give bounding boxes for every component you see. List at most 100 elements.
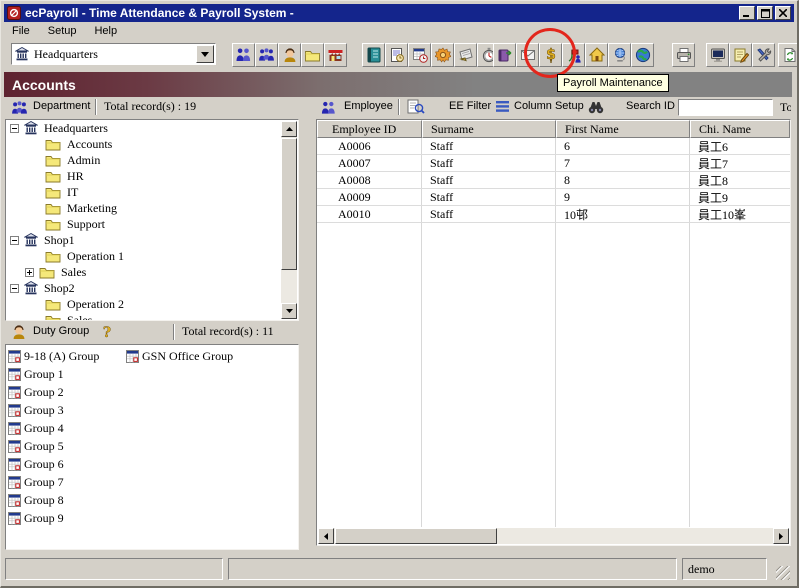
terminal-button[interactable] bbox=[706, 43, 729, 67]
folder-icon bbox=[45, 201, 61, 215]
tree-item-support[interactable]: Support bbox=[6, 216, 298, 232]
home-button[interactable] bbox=[585, 43, 608, 67]
column-header-surname[interactable]: Surname bbox=[422, 120, 556, 138]
tree-item-shop1[interactable]: Shop1 bbox=[6, 232, 298, 248]
ee-filter-icon[interactable] bbox=[407, 99, 425, 116]
duty-group-item[interactable]: Group 9 bbox=[8, 510, 64, 526]
cell-surname: Staff bbox=[422, 172, 556, 188]
duty-group-item[interactable]: Group 2 bbox=[8, 384, 64, 400]
table-row[interactable]: A0007 Staff 7 員工7 bbox=[317, 155, 790, 172]
print-button[interactable] bbox=[672, 43, 695, 67]
maximize-button[interactable] bbox=[757, 6, 773, 20]
app-icon bbox=[7, 6, 21, 20]
status-panel-middle bbox=[228, 558, 677, 580]
ee-filter-label[interactable]: EE Filter bbox=[449, 100, 491, 112]
duty-calendar-icon bbox=[126, 350, 139, 363]
scroll-left-icon[interactable] bbox=[318, 528, 334, 544]
divider bbox=[173, 324, 175, 340]
menu-help[interactable]: Help bbox=[86, 23, 127, 39]
column-setup-label[interactable]: Column Setup bbox=[514, 100, 584, 112]
globe-stand-button[interactable] bbox=[608, 43, 631, 67]
tree-item-marketing[interactable]: Marketing bbox=[6, 200, 298, 216]
column-header-employee-id[interactable]: Employee ID bbox=[317, 120, 422, 138]
settings-tools-button[interactable] bbox=[752, 43, 775, 67]
building-icon bbox=[24, 121, 38, 135]
scroll-up-icon[interactable] bbox=[281, 121, 297, 137]
earth-icon bbox=[635, 47, 651, 63]
tree-item-label: Operation 2 bbox=[67, 297, 124, 312]
attendance-book-button[interactable] bbox=[362, 43, 385, 67]
employee-dot-icon bbox=[323, 176, 332, 185]
folder-icon bbox=[304, 48, 321, 63]
duty-group-item[interactable]: Group 3 bbox=[8, 402, 64, 418]
company-selector[interactable]: Headquarters bbox=[11, 43, 216, 65]
tree-item-shop2[interactable]: Shop2 bbox=[6, 280, 298, 296]
duty-group-item[interactable]: Group 1 bbox=[8, 366, 64, 382]
tree-item-operation2[interactable]: Operation 2 bbox=[6, 296, 298, 312]
menu-file[interactable]: File bbox=[4, 23, 40, 39]
duty-group-item[interactable]: Group 6 bbox=[8, 456, 64, 472]
employee-group-button[interactable] bbox=[255, 43, 278, 67]
duty-group-item[interactable]: 9-18 (A) Group bbox=[8, 348, 99, 364]
table-row[interactable]: A0009 Staff 9 員工9 bbox=[317, 189, 790, 206]
scrollbar-thumb[interactable] bbox=[335, 528, 497, 544]
column-header-first-name[interactable]: First Name bbox=[556, 120, 690, 138]
tree-scrollbar[interactable] bbox=[281, 121, 297, 319]
scroll-down-icon[interactable] bbox=[281, 303, 297, 319]
resize-grip[interactable] bbox=[776, 566, 790, 580]
duty-group-icon bbox=[11, 324, 27, 340]
tree-item-operation1[interactable]: Operation 1 bbox=[6, 248, 298, 264]
table-row[interactable]: A0008 Staff 8 員工8 bbox=[317, 172, 790, 189]
tree-item-label: Shop1 bbox=[44, 233, 75, 248]
book-export-button[interactable] bbox=[493, 43, 516, 67]
duty-group-item[interactable]: Group 8 bbox=[8, 492, 64, 508]
user-card-icon bbox=[282, 47, 298, 63]
personnel-button[interactable] bbox=[278, 43, 301, 67]
roster-calendar-button[interactable] bbox=[408, 43, 431, 67]
duty-group-item[interactable]: Group 7 bbox=[8, 474, 64, 490]
collapse-icon[interactable] bbox=[10, 124, 19, 133]
menu-setup[interactable]: Setup bbox=[40, 23, 87, 39]
close-button[interactable] bbox=[775, 6, 791, 20]
open-folder-button[interactable] bbox=[301, 43, 324, 67]
process-button[interactable] bbox=[431, 43, 454, 67]
column-header-chi-name[interactable]: Chi. Name bbox=[690, 120, 790, 138]
column-setup-icon[interactable] bbox=[496, 101, 510, 113]
employee-list-button[interactable] bbox=[232, 43, 255, 67]
duty-group-item[interactable]: Group 4 bbox=[8, 420, 64, 436]
minimize-button[interactable] bbox=[739, 6, 755, 20]
notes-button[interactable] bbox=[729, 43, 752, 67]
employee-total-records-clipped: To bbox=[780, 100, 791, 115]
tree-item-it[interactable]: IT bbox=[6, 184, 298, 200]
table-row[interactable]: A0010 Staff 10邨 員工10峯 bbox=[317, 206, 790, 223]
table-horizontal-scrollbar[interactable] bbox=[318, 528, 789, 544]
scrollbar-thumb[interactable] bbox=[281, 138, 297, 270]
tree-item-sales-shop2[interactable]: Sales bbox=[6, 312, 298, 321]
shop-button[interactable] bbox=[324, 43, 347, 67]
tree-item-hr[interactable]: HR bbox=[6, 168, 298, 184]
title-bar: ecPayroll - Time Attendance & Payroll Sy… bbox=[4, 4, 794, 22]
table-row[interactable]: A0006 Staff 6 員工6 bbox=[317, 138, 790, 155]
tree-item-admin[interactable]: Admin bbox=[6, 152, 298, 168]
collapse-icon[interactable] bbox=[10, 236, 19, 245]
collapse-icon[interactable] bbox=[10, 284, 19, 293]
tree-item-label: IT bbox=[67, 185, 78, 200]
internet-button[interactable] bbox=[631, 43, 654, 67]
annotation-circle bbox=[524, 28, 576, 78]
scroll-right-icon[interactable] bbox=[773, 528, 789, 544]
tree-item-headquarters[interactable]: Headquarters bbox=[6, 120, 298, 136]
refresh-page-button[interactable] bbox=[778, 43, 799, 67]
cell-first-name: 7 bbox=[556, 155, 690, 171]
binoculars-icon[interactable] bbox=[588, 100, 604, 114]
leave-button[interactable] bbox=[454, 43, 477, 67]
dropdown-arrow-icon[interactable] bbox=[196, 45, 214, 63]
duty-group-item[interactable]: Group 5 bbox=[8, 438, 64, 454]
duty-calendar-icon bbox=[8, 404, 21, 417]
expand-icon[interactable] bbox=[25, 268, 34, 277]
tree-item-sales-shop1[interactable]: Sales bbox=[6, 264, 298, 280]
help-icon[interactable]: ? bbox=[101, 324, 113, 340]
duty-group-item[interactable]: GSN Office Group bbox=[126, 348, 233, 364]
tree-item-accounts[interactable]: Accounts bbox=[6, 136, 298, 152]
search-id-input[interactable] bbox=[678, 99, 773, 116]
daily-report-button[interactable] bbox=[385, 43, 408, 67]
